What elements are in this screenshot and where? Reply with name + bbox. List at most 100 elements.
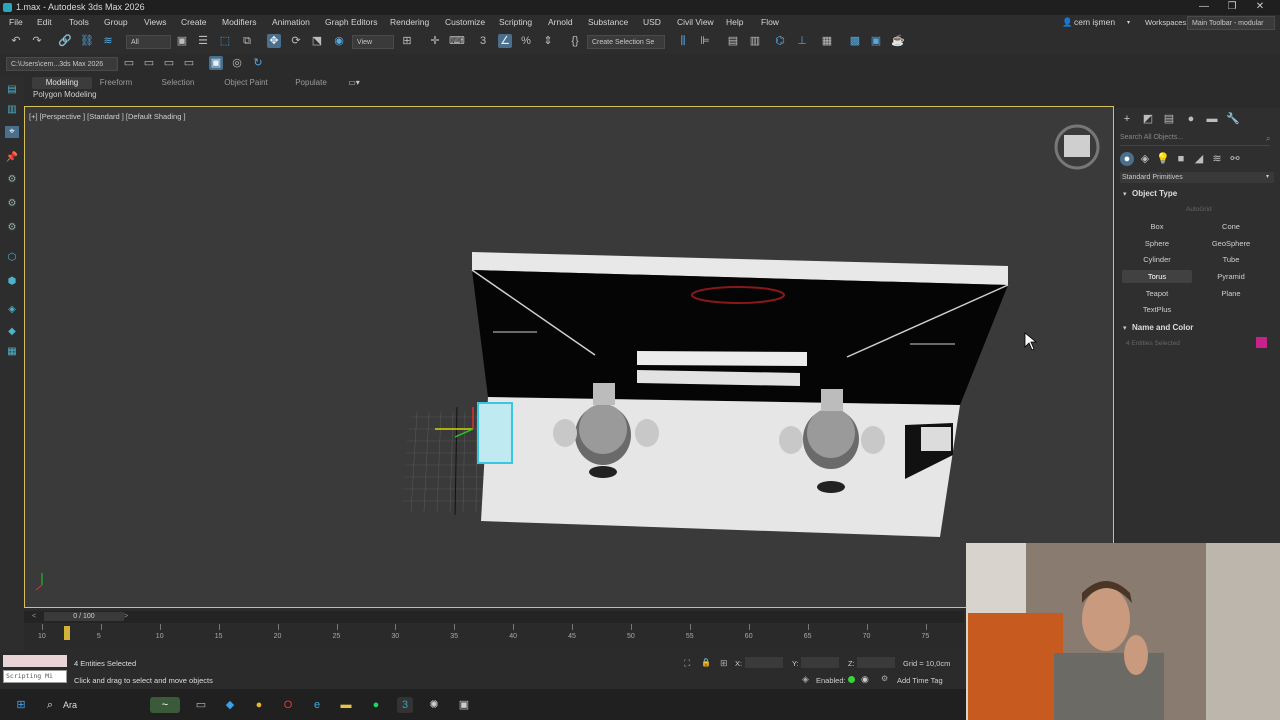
graph-editor-icon[interactable]: ⌬ <box>773 34 787 48</box>
geosphere-button[interactable]: GeoSphere <box>1196 237 1266 250</box>
window-crossing-icon[interactable]: ⧉ <box>240 34 254 48</box>
object-name-field[interactable]: 4 Entities Selected <box>1126 340 1252 350</box>
user-name[interactable]: cem işmen <box>1074 17 1115 27</box>
tab-modeling[interactable]: Modeling <box>32 77 92 89</box>
bind-space-warp-icon[interactable]: ≋ <box>101 34 115 48</box>
enabled-indicator[interactable] <box>848 676 855 683</box>
time-prev-icon[interactable]: < <box>32 613 36 620</box>
motion-tab-icon[interactable]: ● <box>1184 112 1198 126</box>
3dsmax-taskbar-icon[interactable]: 3 <box>397 697 413 713</box>
box-button[interactable]: Box <box>1122 220 1192 233</box>
tab-freeform[interactable]: Freeform <box>92 77 140 89</box>
procedural-strip-icon[interactable]: ⚙ <box>5 174 19 186</box>
voxel-strip-icon[interactable]: ⚙ <box>5 222 19 234</box>
tab-object-paint[interactable]: Object Paint <box>218 77 274 89</box>
perspective-viewport[interactable]: [+] [Perspective ] [Standard ] [Default … <box>24 106 1114 608</box>
cone-button[interactable]: Cone <box>1196 220 1266 233</box>
scene-explorer-strip-icon[interactable]: ▤ <box>5 84 19 96</box>
track-bar[interactable]: 10 5 10 15 20 25 30 35 40 45 50 55 60 65 70 75 <box>24 624 964 648</box>
align-icon[interactable]: ⊫ <box>698 34 712 48</box>
menu-file[interactable]: File <box>9 17 23 27</box>
reference-coordinate-dropdown[interactable]: View <box>352 35 394 49</box>
menu-arnold[interactable]: Arnold <box>548 17 573 27</box>
mirror-icon[interactable]: ⫼ <box>676 34 690 48</box>
lights-icon[interactable]: 💡 <box>1156 152 1170 166</box>
name-color-header[interactable]: Name and Color <box>1132 323 1193 332</box>
menu-tools[interactable]: Tools <box>69 17 89 27</box>
app-icon-1[interactable]: ◆ <box>222 697 238 713</box>
place-tool-icon[interactable]: ◉ <box>332 34 346 48</box>
select-strip-icon[interactable]: ⌖ <box>5 126 19 138</box>
percent-snap-icon[interactable]: % <box>519 34 533 48</box>
systems-icon[interactable]: ⚯ <box>1228 152 1242 166</box>
windows-start-icon[interactable]: ⊞ <box>13 697 29 713</box>
named-selection-dropdown[interactable]: Create Selection Se <box>587 35 665 49</box>
keyboard-shortcut-icon[interactable]: ⌨ <box>449 34 465 48</box>
app-icon-2[interactable]: ✺ <box>426 697 442 713</box>
scene-explorer-icon[interactable]: ▤ <box>726 34 740 48</box>
render-icon[interactable]: ▣ <box>869 34 883 48</box>
taskbar-search-icon[interactable]: ⌕ <box>42 697 58 713</box>
minimize-button[interactable]: — <box>1190 1 1218 12</box>
tab-selection[interactable]: Selection <box>152 77 204 89</box>
pin-strip-icon[interactable]: 📌 <box>5 152 19 164</box>
add-time-tag[interactable]: Add Time Tag <box>897 676 943 685</box>
time-slider[interactable]: < 0 / 100 > <box>24 611 964 623</box>
y-coordinate-field[interactable] <box>801 657 839 668</box>
z-coordinate-field[interactable] <box>857 657 895 668</box>
menu-views[interactable]: Views <box>144 17 167 27</box>
maxscript-listener[interactable] <box>3 655 67 667</box>
user-chevron-icon[interactable]: ▾ <box>1127 19 1130 26</box>
render-frame-icon[interactable]: ▩ <box>848 34 862 48</box>
display-tab-icon[interactable]: ▬ <box>1205 112 1219 126</box>
ribbon-options-icon[interactable]: ▭▾ <box>344 77 364 89</box>
utilities-tab-icon[interactable]: 🔧 <box>1226 112 1240 126</box>
workspaces-dropdown[interactable]: Main Toolbar - modular <box>1187 16 1275 30</box>
menu-modifiers[interactable]: Modifiers <box>222 17 256 27</box>
autogrid-checkbox[interactable]: AutoGrid <box>1186 206 1212 213</box>
chrome-icon[interactable]: ● <box>251 697 267 713</box>
element-strip-icon[interactable]: ⚙ <box>5 198 19 210</box>
category-dropdown[interactable]: Standard Primitives <box>1120 172 1274 183</box>
redo-icon[interactable]: ↷ <box>30 34 44 48</box>
menu-create[interactable]: Create <box>181 17 207 27</box>
hierarchy-tab-icon[interactable]: ▤ <box>1162 112 1176 126</box>
object-type-header[interactable]: Object Type <box>1132 189 1177 198</box>
create-tab-icon[interactable]: + <box>1120 112 1134 126</box>
pivot-center-icon[interactable]: ⊞ <box>400 34 414 48</box>
file-explorer-icon[interactable]: ▬ <box>338 697 354 713</box>
tool-strip-icon-8[interactable]: ◈ <box>5 304 19 316</box>
time-next-icon[interactable]: > <box>124 613 128 620</box>
pyramid-button[interactable]: Pyramid <box>1196 270 1266 283</box>
project-open-icon[interactable]: ▭ <box>142 56 156 70</box>
time-tag-icon[interactable]: ⚙ <box>881 674 888 683</box>
edit-named-selection-icon[interactable]: {} <box>568 34 582 48</box>
space-warps-icon[interactable]: ≋ <box>1210 152 1224 166</box>
menu-edit[interactable]: Edit <box>37 17 52 27</box>
taskbar-widget-icon[interactable]: ~ <box>150 697 180 713</box>
shapes-icon[interactable]: ◈ <box>1138 152 1152 166</box>
scripting-mini-listener[interactable]: Scripting Mi <box>3 670 67 683</box>
menu-flow[interactable]: Flow <box>761 17 779 27</box>
rectangle-selection-icon[interactable]: ⬚ <box>218 34 232 48</box>
paint-strip-icon[interactable]: ⬡ <box>5 252 19 264</box>
tool-strip-icon-9[interactable]: ◆ <box>5 326 19 338</box>
geometry-icon[interactable]: ● <box>1120 152 1134 166</box>
cylinder-button[interactable]: Cylinder <box>1122 253 1192 266</box>
isolate-icon[interactable]: ▣ <box>209 56 223 70</box>
project-create-icon[interactable]: ▭ <box>162 56 176 70</box>
sphere-button[interactable]: Sphere <box>1122 237 1192 250</box>
layer-explorer-icon[interactable]: ▥ <box>748 34 762 48</box>
spinner-snap-icon[interactable]: ⇕ <box>541 34 555 48</box>
task-view-icon[interactable]: ▭ <box>193 697 209 713</box>
tool-strip-icon-10[interactable]: ▦ <box>5 346 19 358</box>
opera-icon[interactable]: O <box>280 697 296 713</box>
menu-graph-editors[interactable]: Graph Editors <box>325 17 377 27</box>
selection-filter-dropdown[interactable]: All <box>126 35 171 49</box>
tube-button[interactable]: Tube <box>1196 253 1266 266</box>
app-icon-3[interactable]: ▣ <box>456 697 472 713</box>
adaptive-degradation-icon[interactable]: ◈ <box>802 674 809 685</box>
snaps-toggle-icon[interactable]: 3 <box>476 34 490 48</box>
search-objects-field[interactable]: Search All Objects... <box>1120 134 1270 146</box>
undo-icon[interactable]: ↶ <box>9 34 23 48</box>
